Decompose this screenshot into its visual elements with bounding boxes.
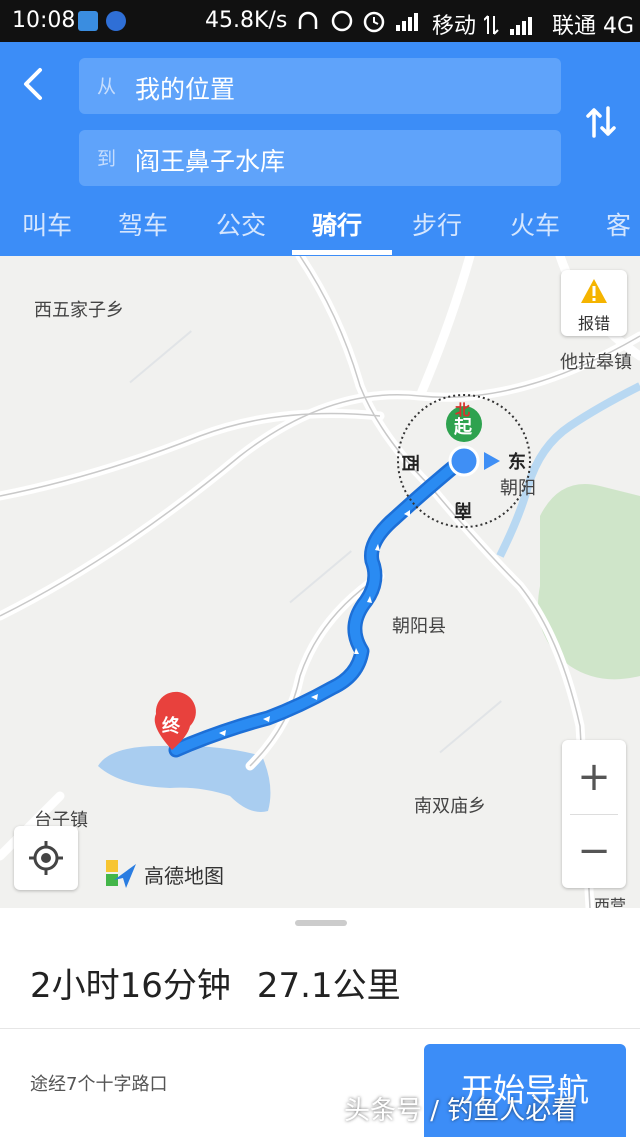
zoom-control: + − xyxy=(562,740,626,888)
swap-icon[interactable] xyxy=(584,102,618,142)
place-label: 朝阳县 xyxy=(392,616,446,637)
tab-cycling[interactable]: 骑行 xyxy=(312,206,362,242)
route-header: 从 我的位置 到 阎王鼻子水库 叫车 驾车 公交 骑行 步行 火车 客 xyxy=(0,42,640,256)
route-summary-panel: 2小时16分钟 27.1公里 途经7个十字路口 开始导航 头条号 / 钓鱼人必看 xyxy=(0,908,640,1137)
place-label: 西五家子乡 xyxy=(34,300,124,321)
to-prefix: 到 xyxy=(97,148,117,170)
from-value: 我的位置 xyxy=(135,75,236,104)
signal-icon xyxy=(484,15,532,35)
compass-east: 东 xyxy=(508,452,526,473)
drag-handle[interactable] xyxy=(295,920,347,926)
panel-divider xyxy=(0,1028,640,1029)
end-label: 终 xyxy=(162,716,180,737)
compass-south: 南 xyxy=(454,499,472,520)
network-speed: 45.8K/s xyxy=(205,8,288,33)
amap-logo-text: 高德地图 xyxy=(144,864,224,888)
tab-taxi[interactable]: 叫车 xyxy=(22,206,72,242)
locate-icon xyxy=(29,841,63,875)
place-label: 西营子 xyxy=(594,896,627,908)
route-via-info: 途经7个十字路口 xyxy=(30,1074,168,1095)
back-arrow-icon[interactable] xyxy=(16,64,52,104)
zoom-in-button[interactable]: + xyxy=(562,740,626,814)
place-label: 他拉皋镇 xyxy=(560,352,632,373)
zoom-out-button[interactable]: − xyxy=(562,814,626,888)
report-error-label: 报错 xyxy=(577,314,610,333)
carrier-unicom: 联通 4G xyxy=(552,14,635,39)
amap-logo-icon xyxy=(106,860,136,888)
route-line-border xyxy=(168,452,470,758)
tab-coach[interactable]: 客 xyxy=(606,206,631,242)
tab-walk[interactable]: 步行 xyxy=(412,206,462,242)
from-field[interactable]: 从 我的位置 xyxy=(79,58,561,114)
app-notification-icon xyxy=(78,11,98,31)
compass-west: 西 xyxy=(399,454,420,472)
tab-train[interactable]: 火车 xyxy=(510,206,560,242)
from-prefix: 从 xyxy=(97,76,117,98)
locate-me-button[interactable] xyxy=(14,826,78,890)
amap-logo: 高德地图 xyxy=(104,856,244,890)
status-time: 10:08 xyxy=(12,8,76,33)
place-label: 南双庙乡 xyxy=(414,796,486,817)
to-value: 阎王鼻子水库 xyxy=(135,147,286,176)
status-bar: 10:08 45.8K/s 移动 联通 4G xyxy=(0,0,640,42)
active-tab-indicator xyxy=(292,250,392,255)
status-icons xyxy=(298,10,418,33)
travel-mode-tabs: 叫车 驾车 公交 骑行 步行 火车 客 xyxy=(0,192,640,256)
start-label: 起 xyxy=(454,417,472,438)
map-view[interactable]: 西五家子乡 他拉皋镇 朝阳 朝阳县 南双庙乡 台子镇 西营子 北 起 东 南 西… xyxy=(0,256,640,908)
route-distance: 27.1公里 xyxy=(256,966,401,1006)
warning-icon xyxy=(581,279,607,303)
carrier-mobile: 移动 xyxy=(432,14,477,39)
current-location-dot xyxy=(448,445,480,477)
report-error-button[interactable]: 报错 xyxy=(561,270,627,336)
to-field[interactable]: 到 阎王鼻子水库 xyxy=(79,130,561,186)
place-label: 朝阳 xyxy=(500,478,536,499)
route-summary: 2小时16分钟 27.1公里 xyxy=(30,958,401,1007)
k-app-icon xyxy=(106,11,126,31)
heading-arrow-icon xyxy=(484,452,500,470)
reservoir-lake xyxy=(98,745,271,812)
map-canvas xyxy=(0,256,640,908)
tab-drive[interactable]: 驾车 xyxy=(118,206,168,242)
watermark: 头条号 / 钓鱼人必看 xyxy=(344,1096,578,1126)
route-duration: 2小时16分钟 xyxy=(30,966,231,1006)
tab-bus[interactable]: 公交 xyxy=(216,206,266,242)
